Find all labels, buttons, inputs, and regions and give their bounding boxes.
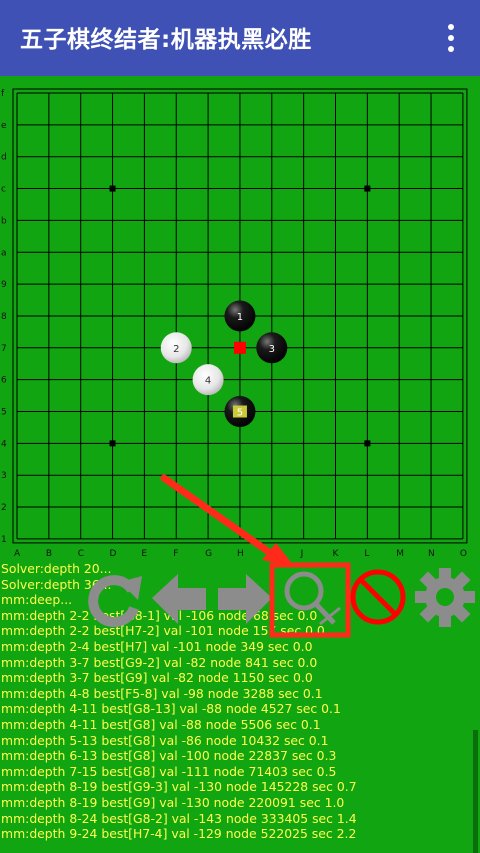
star-point: [364, 440, 371, 447]
undo-button[interactable]: [150, 568, 208, 630]
col-label: I: [269, 549, 272, 558]
toolbar: [0, 568, 480, 638]
col-label: A: [14, 549, 21, 558]
col-label: J: [300, 549, 304, 558]
log-line: mm:depth 2-4 best[H7] val -101 node 349 …: [1, 638, 313, 654]
star-point: [109, 185, 116, 192]
no-entry-icon: [350, 569, 406, 625]
col-label: O: [460, 549, 467, 558]
settings-button[interactable]: [412, 568, 478, 630]
col-label: L: [364, 549, 369, 558]
row-label: 4: [1, 439, 7, 449]
gear-icon: [415, 568, 475, 627]
arrow-left-icon: [152, 574, 206, 624]
log-line: mm:depth 8-24 best[G8-2] val -143 node 3…: [1, 810, 357, 826]
restart-button[interactable]: [82, 568, 146, 630]
stone-number: 2: [173, 344, 179, 355]
stone-number: 5: [237, 408, 243, 419]
log-line: mm:depth 6-13 best[G8] val -100 node 228…: [1, 748, 337, 764]
row-label: b: [1, 216, 7, 226]
log-line: mm:depth 7-15 best[G8] val -111 node 714…: [1, 763, 337, 779]
col-label: D: [110, 549, 117, 558]
hint-search-button[interactable]: [280, 568, 344, 630]
row-label: 3: [1, 471, 7, 481]
log-line: mm:depth 3-7 best[G9-2] val -82 node 841…: [1, 654, 318, 670]
star-point: [364, 185, 371, 192]
refresh-icon: [88, 575, 142, 628]
log-line: mm:depth 4-8 best[F5-8] val -98 node 328…: [1, 685, 323, 701]
row-label: e: [1, 121, 7, 131]
stone-number: 1: [237, 312, 243, 323]
col-label: F: [173, 549, 178, 558]
row-label: f: [1, 89, 5, 99]
log-line: mm:depth 4-11 best[G8-13] val -88 node 4…: [1, 701, 341, 717]
col-label: K: [333, 549, 340, 558]
row-label: 9: [1, 280, 7, 290]
stone-number: 4: [205, 376, 211, 387]
log-line: mm:depth 3-7 best[G9] val -82 node 1150 …: [1, 670, 313, 686]
star-point: [109, 440, 116, 447]
row-label: 1: [1, 535, 7, 545]
col-label: M: [396, 549, 404, 558]
arrow-right-icon: [218, 574, 272, 624]
search-hint-icon: [284, 571, 341, 626]
log-line: mm:depth 4-11 best[G8] val -88 node 5506…: [1, 716, 321, 732]
hint-marker: [233, 341, 246, 354]
col-label: H: [237, 549, 244, 558]
log-line: mm:depth 9-24 best[H7-4] val -129 node 5…: [1, 826, 357, 842]
col-label: N: [428, 549, 435, 558]
more-vert-icon[interactable]: [436, 22, 466, 54]
col-label: C: [78, 549, 84, 558]
redo-button[interactable]: [216, 568, 274, 630]
row-label: d: [1, 153, 7, 163]
col-label: B: [46, 549, 52, 558]
row-label: 8: [1, 312, 7, 322]
log-scrollbar[interactable]: [473, 730, 478, 853]
col-label: E: [141, 549, 147, 558]
stone-number: 3: [269, 344, 275, 355]
row-label: c: [1, 185, 6, 195]
log-line: mm:depth 8-19 best[G9-3] val -130 node 1…: [1, 779, 357, 795]
row-label: 2: [1, 503, 7, 513]
row-label: a: [1, 248, 7, 258]
row-label: 5: [1, 408, 7, 418]
col-label: G: [205, 549, 212, 558]
board-canvas[interactable]: A B C D E F G H I J K L M N Of e d c b a 9 8 7 6 5 4 3 2 1 1 2 3 4 5: [0, 76, 480, 558]
gomoku-board[interactable]: A B C D E F G H I J K L M N Of e d c b a 9 8 7 6 5 4 3 2 1 1 2 3 4 5: [0, 76, 480, 558]
row-label: 7: [1, 344, 7, 354]
row-label: 6: [1, 376, 7, 386]
app-title: 五子棋终结者:机器执黑必胜: [20, 27, 312, 53]
log-line: mm:depth 8-19 best[G9] val -130 node 220…: [1, 794, 345, 810]
log-line: mm:depth 5-13 best[G8] val -86 node 1043…: [1, 732, 329, 748]
stop-button[interactable]: [346, 568, 410, 630]
app-bar: 五子棋终结者:机器执黑必胜: [0, 0, 480, 76]
